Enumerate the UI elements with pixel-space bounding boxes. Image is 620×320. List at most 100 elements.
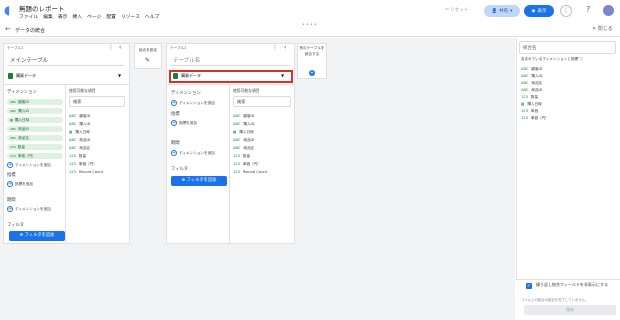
text-type-icon: ABC bbox=[10, 127, 17, 131]
report-title[interactable]: 無題のレポート bbox=[19, 3, 65, 13]
share-button[interactable]: 👤 共有 ▾ bbox=[484, 5, 520, 17]
table1-field-item[interactable]: ABC 商品名 bbox=[69, 146, 90, 151]
table1-kebab-icon[interactable]: ⋮ bbox=[108, 44, 114, 51]
table1-metrics-heading: 指標 bbox=[7, 173, 16, 178]
highlight-box bbox=[169, 70, 293, 83]
table1-filter-heading: フィルタ bbox=[7, 223, 25, 228]
text-type-icon: ABC bbox=[10, 109, 17, 113]
text-type-icon: ABC bbox=[521, 67, 529, 71]
text-type-icon: ABC bbox=[521, 74, 529, 78]
table1-period-heading: 期間 bbox=[7, 198, 16, 203]
table2-available-heading: 使用可能な項目 bbox=[233, 88, 260, 93]
included-field-item[interactable]: ABC 商品名 bbox=[521, 81, 542, 86]
table2-dims-heading: ディメンション bbox=[171, 91, 201, 96]
table2-add-metric[interactable]: + 指標を追加 bbox=[171, 120, 197, 126]
table2-field-item[interactable]: ABC 顧客ID bbox=[233, 114, 254, 119]
table1-label: テーブル1 bbox=[7, 46, 24, 50]
table1-field-item[interactable]: 123 Record Count bbox=[69, 170, 103, 174]
blend-name-input[interactable]: 統合名 bbox=[519, 41, 616, 54]
reset-button[interactable]: ↶ リセット bbox=[445, 7, 468, 13]
date-type-icon: ▦ bbox=[10, 118, 13, 122]
table1-dim-chip[interactable]: 123 単価（円） bbox=[7, 153, 63, 159]
menu-edit[interactable]: 編集 bbox=[43, 13, 53, 20]
more-options-icon[interactable]: ⋮ bbox=[560, 5, 572, 17]
table1-add-dimension[interactable]: + ディメンションを追加 bbox=[7, 162, 51, 168]
number-type-icon: 123 bbox=[233, 154, 240, 158]
table1-datasource-select[interactable]: 購買データ ▼ bbox=[8, 73, 126, 79]
table1-dim-chip[interactable]: ABC 顧客ID bbox=[7, 99, 63, 105]
view-button[interactable]: ◉ 表示 bbox=[524, 5, 554, 17]
table1-dims-heading: ディメンション bbox=[7, 90, 37, 95]
table2-search-input[interactable]: 検索 bbox=[233, 96, 291, 107]
table2-field-item[interactable]: ▦ 購入日時 bbox=[233, 130, 254, 135]
menu-view[interactable]: 表示 bbox=[58, 13, 68, 20]
date-type-icon: ▦ bbox=[521, 102, 525, 106]
number-type-icon: 123 bbox=[69, 154, 76, 158]
table1-dim-chip[interactable]: ▦ 購入日時 bbox=[7, 117, 63, 123]
table2-field-item[interactable]: ABC 商品ID bbox=[233, 138, 254, 143]
table1-field-item[interactable]: ABC 購入ID bbox=[69, 122, 90, 127]
menu-resources[interactable]: リソース bbox=[121, 13, 140, 20]
text-type-icon: ABC bbox=[233, 138, 241, 142]
menu-arrange[interactable]: 配置 bbox=[106, 13, 116, 20]
date-type-icon: ▦ bbox=[233, 130, 237, 134]
table2-field-item[interactable]: 123 Record Count bbox=[233, 170, 267, 174]
table1-dim-chip[interactable]: 123 数量 bbox=[7, 144, 63, 150]
table1-add-metric[interactable]: + 指標を追加 bbox=[7, 181, 33, 187]
table2-name-input[interactable]: テーブル名 bbox=[170, 55, 290, 66]
table2-field-item[interactable]: ABC 商品名 bbox=[233, 146, 254, 151]
menu-page[interactable]: ページ bbox=[87, 13, 101, 20]
table2-field-item[interactable]: 123 単価（円） bbox=[233, 162, 261, 167]
table1-collapse-icon[interactable]: ‹ bbox=[119, 44, 121, 51]
table2-add-filter-button[interactable]: ⊕ フィルタを追加 bbox=[171, 176, 227, 186]
number-type-icon: 123 bbox=[69, 170, 76, 174]
close-button[interactable]: ✕ 閉じる bbox=[592, 25, 613, 32]
sheets-icon bbox=[8, 73, 13, 79]
help-icon[interactable]: ? bbox=[586, 5, 590, 14]
join-config-card[interactable] bbox=[134, 43, 162, 69]
save-button[interactable]: 保存 bbox=[524, 305, 616, 315]
table1-field-item[interactable]: ABC 顧客ID bbox=[69, 114, 90, 119]
menu-insert[interactable]: 挿入 bbox=[72, 13, 82, 20]
table2-add-dimension[interactable]: + ディメンションを追加 bbox=[171, 100, 215, 106]
table1-field-item[interactable]: ABC 商品ID bbox=[69, 138, 90, 143]
table1-name-input[interactable]: メインテーブル bbox=[7, 55, 125, 66]
table1-field-item[interactable]: ▦ 購入日時 bbox=[69, 130, 90, 135]
column-divider bbox=[229, 85, 230, 244]
table1-add-period[interactable]: + ディメンションを追加 bbox=[7, 206, 51, 212]
table1-field-item[interactable]: 123 単価（円） bbox=[69, 162, 97, 167]
table1-add-filter-button[interactable]: ⊕ フィルタを追加 bbox=[9, 231, 65, 241]
table2-kebab-icon[interactable]: ⋮ bbox=[272, 44, 278, 51]
number-type-icon: 123 bbox=[10, 154, 16, 158]
table2-field-item[interactable]: ABC 購入ID bbox=[233, 122, 254, 127]
menu-help[interactable]: ヘルプ bbox=[145, 13, 159, 20]
table1-field-item[interactable]: 123 数量 bbox=[69, 154, 86, 159]
edit-pencil-icon[interactable]: ✎ bbox=[145, 57, 150, 64]
avatar[interactable] bbox=[603, 5, 614, 16]
table2-collapse-icon[interactable]: ‹ bbox=[284, 44, 286, 51]
included-field-item[interactable]: 123 単価（円） bbox=[521, 116, 549, 121]
included-field-item[interactable]: 123 数量 bbox=[521, 95, 538, 100]
plus-icon: + bbox=[7, 181, 13, 187]
hide-repeated-checkbox[interactable]: ✓ bbox=[526, 283, 532, 289]
table1-search-input[interactable]: 検索 bbox=[69, 96, 125, 107]
included-field-item[interactable]: ▦ 購入日時 bbox=[521, 102, 542, 107]
included-field-item[interactable]: ABC 購入ID bbox=[521, 74, 542, 79]
back-arrow-icon[interactable]: ← bbox=[5, 25, 11, 33]
text-type-icon: ABC bbox=[521, 81, 529, 85]
hide-repeated-label: 繰り返し統合フィールドを非表示にする bbox=[536, 282, 608, 287]
number-type-icon: 123 bbox=[521, 109, 528, 113]
included-field-item[interactable]: ABC 顧客ID bbox=[521, 67, 542, 72]
add-circle-icon[interactable]: + bbox=[309, 70, 315, 76]
app-logo-icon[interactable]: ◖ bbox=[4, 4, 14, 17]
table1-dim-chip[interactable]: ABC 商品名 bbox=[7, 135, 63, 141]
included-field-item[interactable]: ABC 商品ID bbox=[521, 88, 542, 93]
table1-dim-chip[interactable]: ABC 商品ID bbox=[7, 126, 63, 132]
table1-dim-chip[interactable]: ABC 購入ID bbox=[7, 108, 63, 114]
number-type-icon: 123 bbox=[233, 162, 240, 166]
table2-add-period[interactable]: + ディメンションを追加 bbox=[171, 150, 215, 156]
menu-file[interactable]: ファイル bbox=[19, 13, 38, 20]
table2-field-item[interactable]: 123 数量 bbox=[233, 154, 250, 159]
help-circle-icon[interactable]: ⓘ bbox=[579, 57, 583, 61]
included-field-item[interactable]: 123 単価 bbox=[521, 109, 538, 114]
